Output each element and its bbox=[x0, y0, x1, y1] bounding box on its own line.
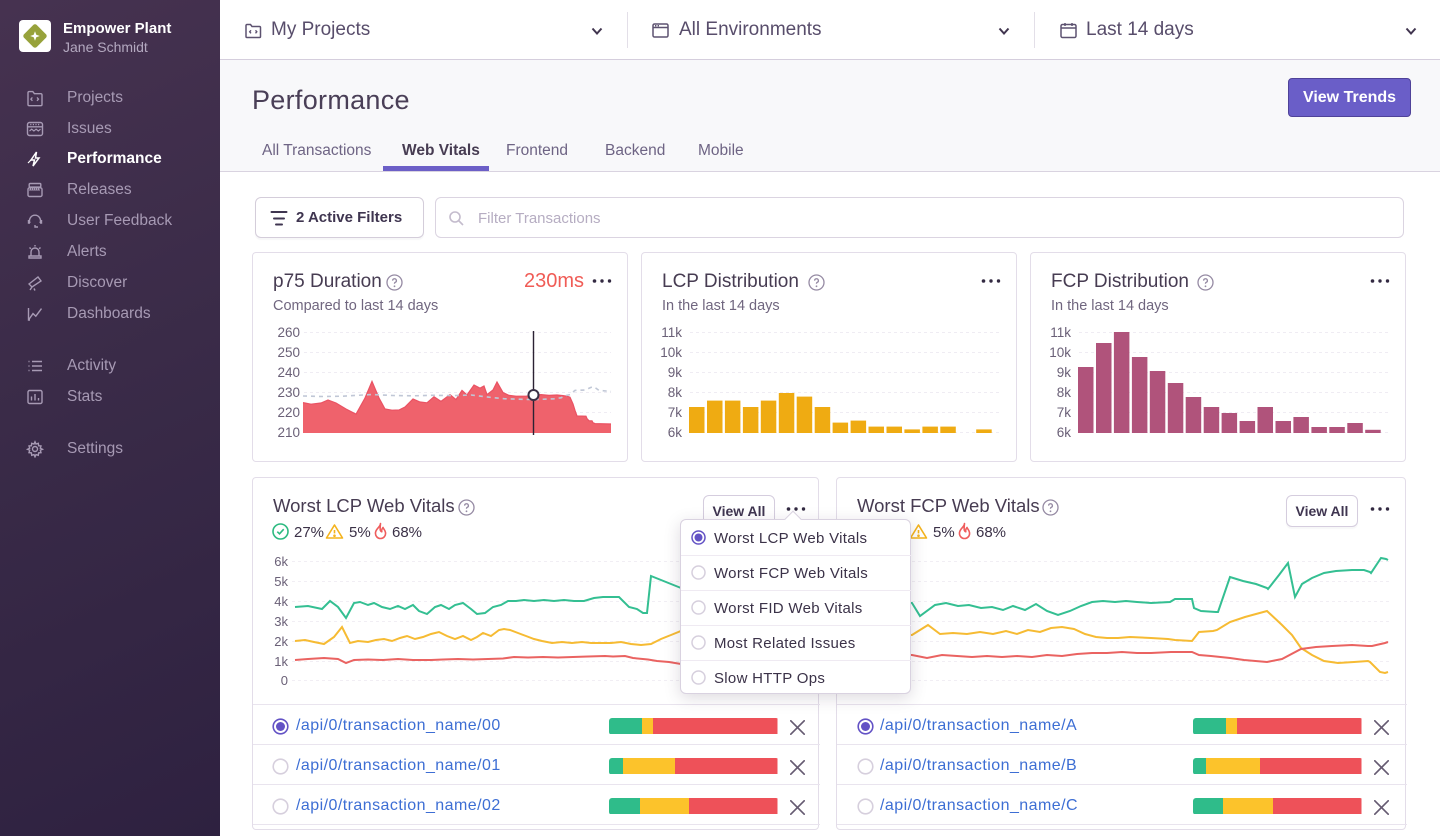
svg-text:240: 240 bbox=[277, 365, 300, 380]
svg-text:6k: 6k bbox=[1057, 425, 1072, 440]
svg-text:5k: 5k bbox=[274, 574, 288, 589]
svg-text:210: 210 bbox=[277, 425, 300, 440]
svg-text:6k: 6k bbox=[274, 554, 288, 569]
svg-text:10k: 10k bbox=[660, 345, 682, 360]
svg-text:11k: 11k bbox=[1050, 325, 1071, 340]
svg-text:7k: 7k bbox=[668, 405, 683, 420]
svg-text:220: 220 bbox=[277, 405, 300, 420]
svg-text:8k: 8k bbox=[1057, 385, 1072, 400]
svg-text:7k: 7k bbox=[1057, 405, 1072, 420]
svg-text:3k: 3k bbox=[274, 614, 288, 629]
svg-text:0: 0 bbox=[281, 673, 288, 688]
svg-text:230: 230 bbox=[277, 385, 300, 400]
svg-text:9k: 9k bbox=[668, 365, 683, 380]
svg-text:250: 250 bbox=[277, 345, 300, 360]
svg-text:11k: 11k bbox=[661, 325, 682, 340]
svg-text:1k: 1k bbox=[274, 654, 288, 669]
svg-text:8k: 8k bbox=[668, 385, 683, 400]
svg-text:9k: 9k bbox=[1057, 365, 1072, 380]
svg-text:260: 260 bbox=[277, 325, 300, 340]
svg-text:2k: 2k bbox=[274, 634, 288, 649]
svg-text:4k: 4k bbox=[274, 594, 288, 609]
svg-text:10k: 10k bbox=[1049, 345, 1071, 360]
svg-text:6k: 6k bbox=[668, 425, 683, 440]
